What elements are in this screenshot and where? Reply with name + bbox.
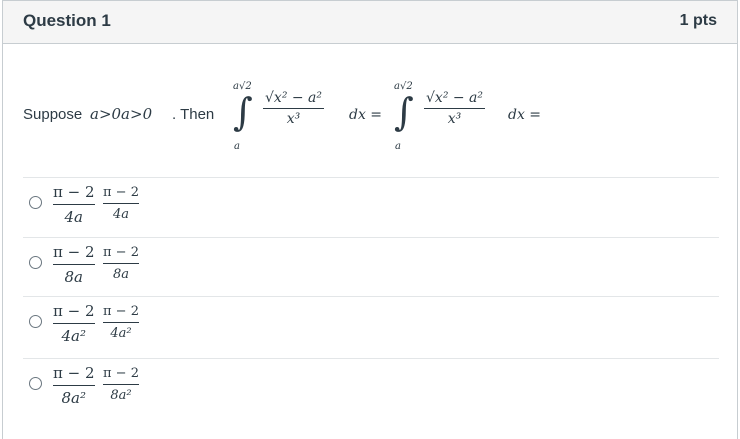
integral-sign-repeat: ∫ bbox=[394, 90, 414, 134]
integral-lower-limit: a bbox=[234, 141, 240, 152]
question-points: 1 pts bbox=[679, 12, 717, 29]
answer-option-3[interactable]: π − 2 4a² π − 2 4a² bbox=[29, 300, 709, 350]
answer-option-1[interactable]: π − 2 4a π − 2 4a bbox=[29, 181, 709, 231]
divider bbox=[23, 358, 719, 359]
stem-then: . Then bbox=[172, 106, 215, 123]
integral-lower-limit-repeat: a bbox=[395, 141, 401, 152]
radio-button[interactable] bbox=[29, 256, 42, 269]
option-fraction: π − 2 4a bbox=[53, 183, 95, 226]
option-fraction: π − 2 4a² bbox=[53, 302, 95, 345]
option-numerator: π − 2 bbox=[53, 302, 95, 320]
integral-fraction-repeat: √x² − a² x³ bbox=[424, 90, 486, 127]
option-denominator: 8a² bbox=[61, 389, 87, 407]
integral-differential: dx = bbox=[349, 107, 383, 123]
option-numerator: π − 2 bbox=[53, 243, 95, 261]
integral-differential-repeat: dx = bbox=[508, 107, 542, 123]
divider bbox=[23, 177, 719, 178]
option-fraction-alt: π − 2 4a² bbox=[103, 304, 139, 341]
integral-numerator: √x² − a² bbox=[265, 90, 323, 106]
radio-button[interactable] bbox=[29, 377, 42, 390]
option-numerator-alt: π − 2 bbox=[103, 304, 139, 319]
option-denominator-alt: 4a² bbox=[110, 326, 132, 341]
radio-button[interactable] bbox=[29, 196, 42, 209]
integral-denominator-repeat: x³ bbox=[447, 111, 462, 127]
question-header: Question 1 1 pts bbox=[3, 1, 737, 44]
question-stem: Suppose a>0a>0 . Then a√2 ∫ a √x² − a² x… bbox=[23, 77, 723, 157]
integral-denominator: x³ bbox=[286, 111, 301, 127]
stem-prefix: Suppose bbox=[23, 106, 83, 123]
integral-sign: ∫ bbox=[233, 90, 253, 134]
stem-condition: a>0a>0 bbox=[90, 105, 153, 123]
question-card: Question 1 1 pts Suppose a>0a>0 . Then a… bbox=[2, 0, 738, 439]
integral-numerator-repeat: √x² − a² bbox=[426, 90, 484, 106]
option-denominator-alt: 8a bbox=[112, 267, 129, 282]
integral-fraction: √x² − a² x³ bbox=[263, 90, 325, 127]
option-denominator-alt: 8a² bbox=[110, 388, 132, 403]
option-denominator-alt: 4a bbox=[112, 207, 129, 222]
answer-option-2[interactable]: π − 2 8a π − 2 8a bbox=[29, 241, 709, 291]
divider bbox=[23, 237, 719, 238]
option-numerator-alt: π − 2 bbox=[103, 245, 139, 260]
option-fraction-alt: π − 2 4a bbox=[103, 185, 139, 222]
option-fraction-alt: π − 2 8a bbox=[103, 245, 139, 282]
option-numerator-alt: π − 2 bbox=[103, 185, 139, 200]
option-numerator: π − 2 bbox=[53, 183, 95, 201]
option-fraction-alt: π − 2 8a² bbox=[103, 366, 139, 403]
option-fraction: π − 2 8a² bbox=[53, 364, 95, 407]
option-fraction: π − 2 8a bbox=[53, 243, 95, 286]
divider bbox=[23, 296, 719, 297]
radio-button[interactable] bbox=[29, 315, 42, 328]
option-numerator-alt: π − 2 bbox=[103, 366, 139, 381]
question-title: Question 1 bbox=[23, 11, 111, 30]
option-denominator: 4a² bbox=[61, 327, 87, 345]
answer-option-4[interactable]: π − 2 8a² π − 2 8a² bbox=[29, 362, 709, 412]
option-denominator: 8a bbox=[64, 268, 84, 286]
option-numerator: π − 2 bbox=[53, 364, 95, 382]
option-denominator: 4a bbox=[64, 208, 84, 226]
